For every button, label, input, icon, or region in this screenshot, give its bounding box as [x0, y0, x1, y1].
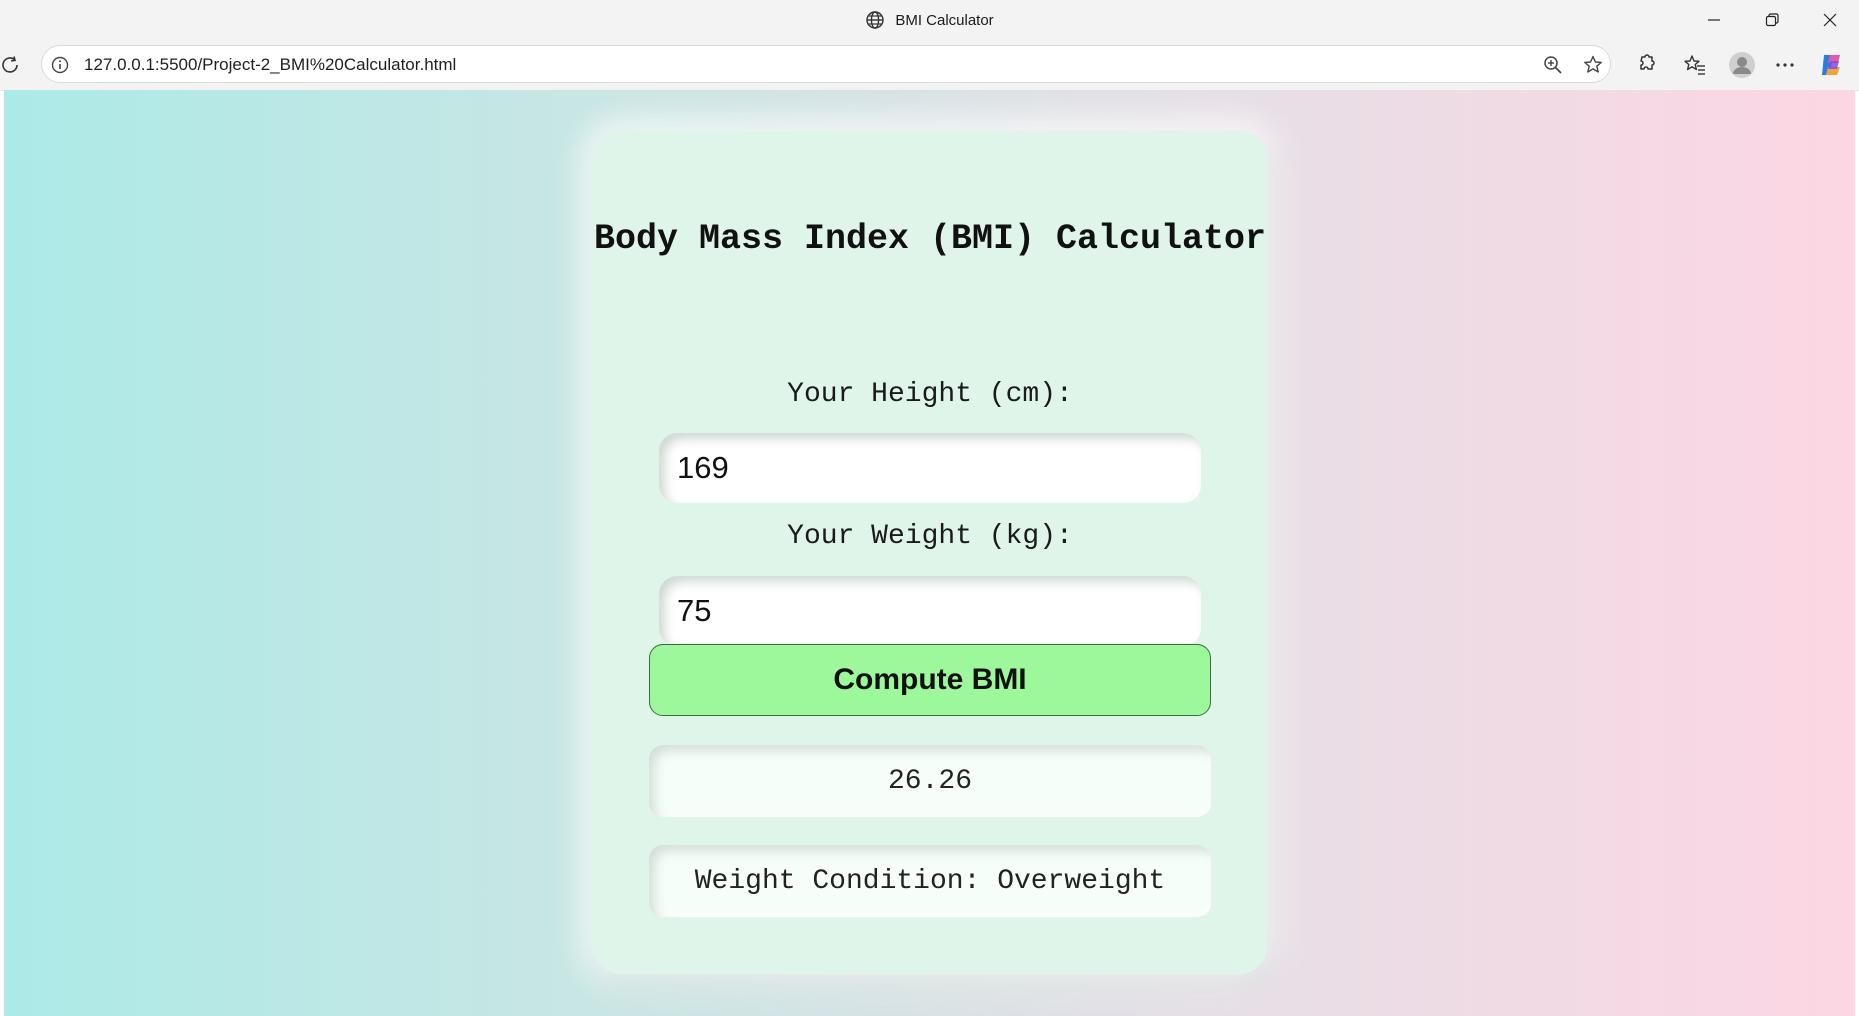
browser-toolbar: 127.0.0.1:5500/Project-2_BMI%20Calculato…	[0, 40, 1859, 91]
title-bar: BMI Calculator	[0, 0, 1859, 40]
minimize-button[interactable]	[1685, 0, 1743, 40]
bmi-card: Body Mass Index (BMI) Calculator Your He…	[593, 131, 1267, 974]
reload-icon[interactable]	[0, 54, 22, 76]
extensions-icon[interactable]	[1633, 53, 1657, 77]
height-label: Your Height (cm):	[787, 379, 1073, 410]
height-input[interactable]	[659, 433, 1201, 503]
window-title: BMI Calculator	[895, 11, 994, 29]
restore-button[interactable]	[1743, 0, 1801, 40]
window-controls	[1685, 0, 1859, 40]
close-icon	[1823, 13, 1837, 27]
profile-icon[interactable]	[1728, 51, 1756, 79]
zoom-icon[interactable]	[1542, 54, 1564, 76]
minimize-icon	[1708, 19, 1720, 21]
favorites-icon[interactable]	[1683, 53, 1707, 77]
star-icon[interactable]	[1582, 54, 1604, 76]
page-title: Body Mass Index (BMI) Calculator	[593, 219, 1267, 259]
url-text[interactable]: 127.0.0.1:5500/Project-2_BMI%20Calculato…	[84, 55, 456, 75]
restore-icon	[1765, 13, 1779, 27]
more-icon[interactable]	[1773, 53, 1797, 77]
globe-icon	[866, 11, 885, 29]
bmi-result-output: 26.26	[649, 745, 1211, 817]
address-bar[interactable]: 127.0.0.1:5500/Project-2_BMI%20Calculato…	[41, 45, 1611, 83]
weight-condition-output: Weight Condition: Overweight	[649, 845, 1211, 917]
copilot-icon[interactable]	[1818, 51, 1846, 79]
close-button[interactable]	[1801, 0, 1859, 40]
weight-label: Your Weight (kg):	[787, 521, 1073, 552]
window-title-group: BMI Calculator	[0, 0, 1859, 40]
info-icon[interactable]	[50, 55, 70, 75]
page-viewport: Body Mass Index (BMI) Calculator Your He…	[4, 90, 1855, 1016]
weight-input[interactable]	[659, 576, 1201, 646]
compute-bmi-button[interactable]: Compute BMI	[649, 644, 1211, 716]
